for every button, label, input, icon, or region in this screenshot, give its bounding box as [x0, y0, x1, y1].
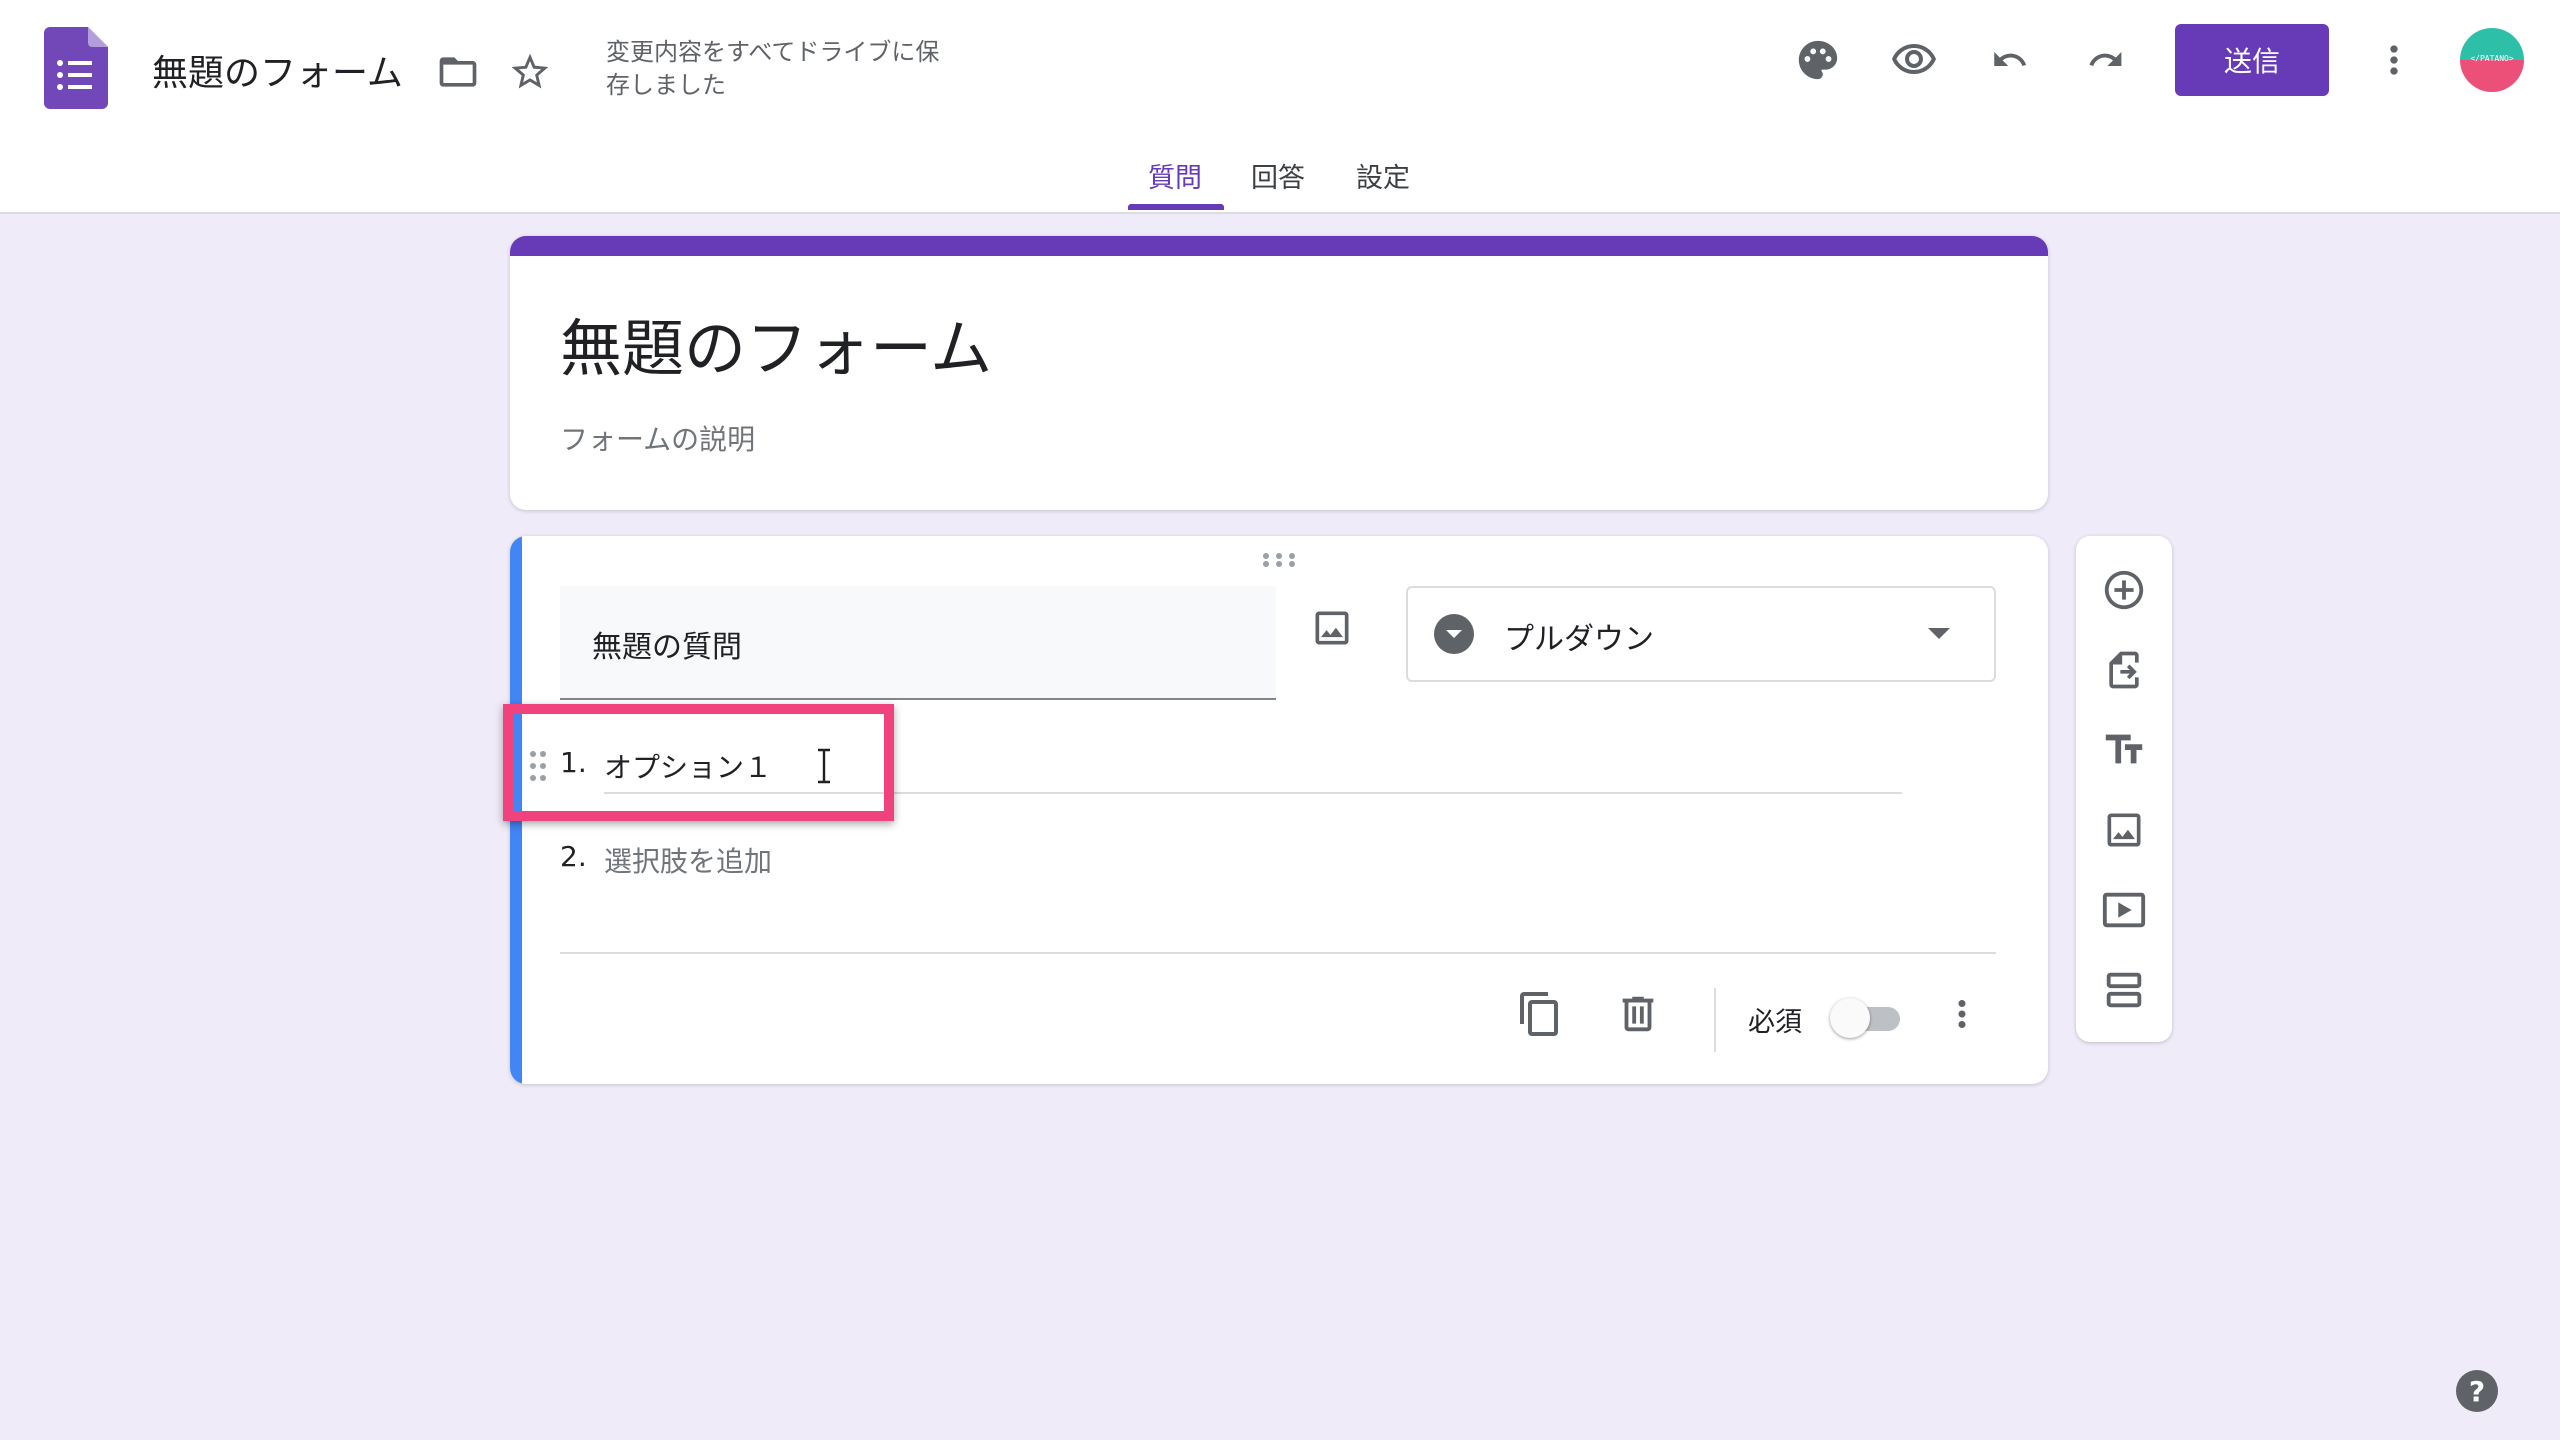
- document-title[interactable]: 無題のフォーム: [152, 44, 403, 96]
- vertical-divider: [1714, 988, 1716, 1052]
- question-title: 無題の質問: [592, 630, 742, 665]
- tab-questions[interactable]: 質問: [1148, 156, 1202, 195]
- add-image-to-question-icon[interactable]: [1300, 596, 1364, 660]
- undo-icon[interactable]: [1978, 28, 2042, 92]
- divider: [560, 952, 1996, 954]
- delete-icon[interactable]: [1606, 982, 1670, 1046]
- side-toolbar: [2076, 536, 2172, 1042]
- avatar[interactable]: </PATANO>: [2460, 28, 2524, 92]
- chevron-down-icon: [1928, 628, 1950, 639]
- eye-icon[interactable]: [1882, 28, 1946, 92]
- add-section-icon[interactable]: [2092, 958, 2156, 1022]
- duplicate-icon[interactable]: [1508, 982, 1572, 1046]
- add-option-field[interactable]: 選択肢を追加: [604, 840, 772, 880]
- import-questions-icon[interactable]: [2092, 638, 2156, 702]
- more-vert-icon[interactable]: [1930, 982, 1994, 1046]
- add-title-icon[interactable]: [2092, 718, 2156, 782]
- redo-icon[interactable]: [2074, 28, 2138, 92]
- palette-icon[interactable]: [1786, 28, 1850, 92]
- form-title[interactable]: 無題のフォーム: [560, 298, 992, 388]
- required-toggle[interactable]: [1830, 996, 1914, 1040]
- question-type-label: プルダウン: [1504, 622, 1654, 657]
- forms-logo-icon[interactable]: [44, 27, 108, 109]
- save-status-text: 変更内容をすべてドライブに保存しました: [606, 38, 940, 99]
- dropdown-type-icon: [1434, 614, 1474, 654]
- star-icon[interactable]: [498, 40, 562, 104]
- app-header: 無題のフォーム 変更内容をすべてドライブに保存しました 送信 </PATANO>…: [0, 0, 2560, 214]
- folder-icon[interactable]: [426, 40, 490, 104]
- drag-handle-icon[interactable]: [1262, 552, 1296, 572]
- form-title-card: 無題のフォーム フォームの説明: [510, 236, 2048, 510]
- active-tab-indicator: [1128, 204, 1224, 210]
- option-number: 2.: [560, 840, 587, 873]
- more-vert-icon[interactable]: [2362, 28, 2426, 92]
- highlight-annotation-box: [503, 704, 894, 821]
- add-image-icon[interactable]: [2092, 798, 2156, 862]
- form-description-field[interactable]: フォームの説明: [560, 418, 755, 458]
- question-type-dropdown[interactable]: プルダウン: [1406, 586, 1996, 682]
- question-title-input[interactable]: 無題の質問: [560, 586, 1276, 700]
- add-video-icon[interactable]: [2092, 878, 2156, 942]
- tab-settings[interactable]: 設定: [1356, 156, 1410, 195]
- send-button[interactable]: 送信: [2175, 24, 2329, 96]
- add-question-icon[interactable]: [2092, 558, 2156, 622]
- tab-responses[interactable]: 回答: [1251, 156, 1305, 195]
- title-card-accent-bar: [510, 236, 2048, 256]
- required-label: 必須: [1748, 1007, 1802, 1038]
- help-icon[interactable]: ?: [2456, 1370, 2498, 1412]
- avatar-text: </PATANO>: [2470, 54, 2514, 63]
